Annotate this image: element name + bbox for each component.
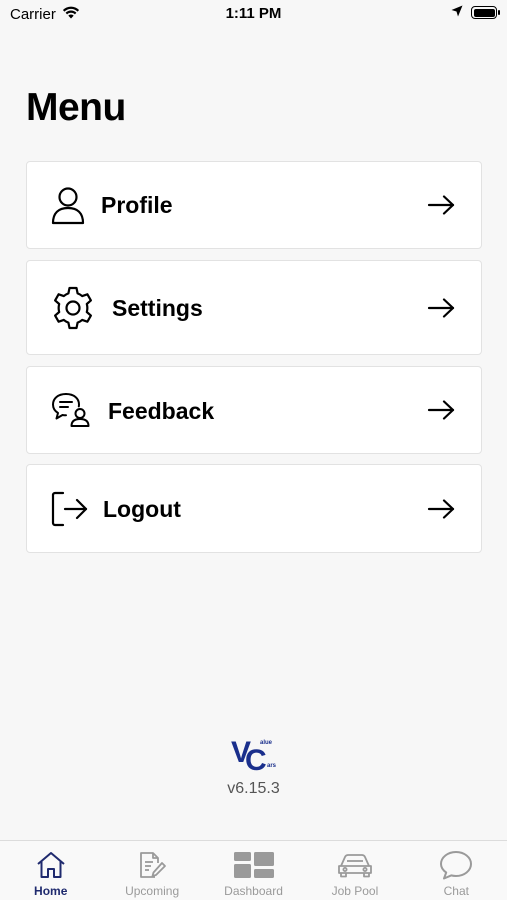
tab-dashboard[interactable]: Dashboard	[203, 841, 304, 900]
document-edit-icon	[137, 849, 167, 881]
svg-text:ars: ars	[267, 763, 277, 769]
tab-bar: Home Upcoming Dashboard Job Pool Chat	[0, 840, 507, 900]
menu-item-settings[interactable]: Settings	[26, 260, 482, 355]
arrow-right-icon	[427, 400, 455, 420]
svg-text:C: C	[245, 744, 267, 772]
menu-item-logout[interactable]: Logout	[26, 464, 482, 553]
home-icon	[36, 849, 66, 881]
app-version: v6.15.3	[227, 780, 280, 797]
menu-item-label: Feedback	[108, 398, 215, 424]
tab-label: Upcoming	[125, 884, 180, 898]
location-arrow-icon	[451, 4, 463, 21]
tab-upcoming[interactable]: Upcoming	[101, 841, 202, 900]
logout-icon	[51, 491, 89, 527]
tab-label: Chat	[443, 884, 469, 898]
battery-icon	[471, 6, 500, 19]
tab-label: Dashboard	[224, 884, 283, 898]
page-title: Menu	[26, 86, 126, 129]
gear-icon	[51, 286, 95, 330]
status-right	[451, 4, 500, 21]
feedback-icon	[51, 392, 91, 428]
user-icon	[51, 187, 85, 225]
menu-item-label: Logout	[103, 496, 181, 522]
dashboard-icon	[233, 849, 274, 881]
tab-chat[interactable]: Chat	[406, 841, 507, 900]
tab-job-pool[interactable]: Job Pool	[304, 841, 405, 900]
menu-item-feedback[interactable]: Feedback	[26, 366, 482, 454]
chat-bubble-icon	[439, 849, 473, 881]
tab-home[interactable]: Home	[0, 841, 101, 900]
menu-item-label: Profile	[101, 192, 173, 218]
menu-screen: Carrier 1:11 PM Menu Profile Settings Fe…	[0, 0, 507, 900]
status-time: 1:11 PM	[225, 5, 282, 22]
status-bar: Carrier 1:11 PM	[0, 0, 507, 30]
menu-item-profile[interactable]: Profile	[26, 161, 482, 249]
arrow-right-icon	[427, 195, 455, 215]
arrow-right-icon	[427, 298, 455, 318]
value-cars-logo: V C alue ars	[0, 728, 507, 772]
logo-image: V C alue ars	[231, 736, 277, 772]
menu-item-label: Settings	[112, 295, 203, 321]
arrow-right-icon	[427, 499, 455, 519]
tab-label: Job Pool	[331, 884, 379, 898]
svg-text:alue: alue	[260, 740, 273, 746]
tab-label: Home	[34, 884, 68, 898]
car-icon	[337, 849, 373, 881]
